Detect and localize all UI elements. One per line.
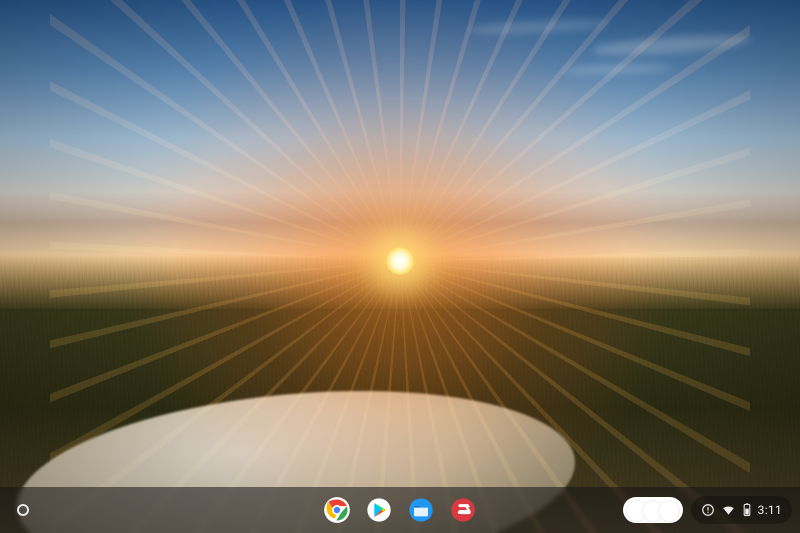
notifications-icon [701, 503, 715, 517]
wifi-icon [721, 503, 736, 517]
expressvpn-icon [449, 496, 477, 524]
app-play-store[interactable] [364, 495, 394, 525]
app-expressvpn[interactable] [448, 495, 478, 525]
chrome-icon [323, 496, 351, 524]
play-store-icon [365, 496, 393, 524]
shelf-pinned-apps [322, 495, 478, 525]
desktop-wallpaper [0, 0, 800, 533]
app-files[interactable] [406, 495, 436, 525]
app-chrome[interactable] [322, 495, 352, 525]
files-icon [407, 496, 435, 524]
launcher-button[interactable] [8, 495, 38, 525]
battery-icon [742, 503, 752, 517]
shelf-status-area: 3:11 [623, 496, 792, 524]
shelf: 3:11 [0, 487, 800, 533]
holding-space[interactable] [623, 497, 683, 523]
clock: 3:11 [758, 503, 782, 517]
system-tray[interactable]: 3:11 [691, 496, 792, 524]
holding-space-item [658, 500, 680, 522]
launcher-icon [17, 504, 29, 516]
